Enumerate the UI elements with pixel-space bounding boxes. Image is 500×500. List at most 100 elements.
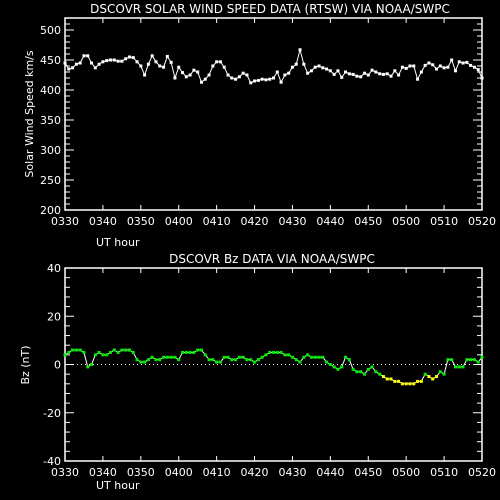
data-point xyxy=(461,365,465,369)
data-point xyxy=(158,64,162,68)
data-point xyxy=(150,54,154,58)
y-tick-label: 40 xyxy=(47,262,61,275)
data-point xyxy=(438,64,442,68)
data-point xyxy=(370,68,374,72)
data-point xyxy=(143,360,147,364)
data-point xyxy=(309,355,313,359)
data-point xyxy=(438,370,442,374)
x-tick-label: 0440 xyxy=(316,466,344,479)
data-point xyxy=(165,355,169,359)
data-point xyxy=(196,70,200,74)
data-point xyxy=(222,65,226,69)
data-point xyxy=(184,75,188,79)
data-point xyxy=(351,367,355,371)
data-point xyxy=(82,54,86,58)
data-point xyxy=(124,348,128,352)
data-point xyxy=(139,360,143,364)
y-tick-label: 0 xyxy=(54,359,61,372)
y-tick-label: 250 xyxy=(40,174,61,187)
data-point xyxy=(283,73,287,77)
data-point xyxy=(381,72,385,76)
data-point xyxy=(362,372,366,376)
data-point xyxy=(249,358,253,362)
x-tick-label: 0350 xyxy=(127,215,155,228)
data-point xyxy=(74,62,78,66)
bz-chart-title: DSCOVR Bz DATA VIA NOAA/SWPC xyxy=(169,252,375,266)
data-point xyxy=(450,358,454,362)
data-point xyxy=(366,73,370,77)
data-point xyxy=(226,73,230,77)
data-point xyxy=(431,63,435,67)
data-point xyxy=(120,348,124,352)
data-point xyxy=(127,348,131,352)
data-point xyxy=(71,348,75,352)
data-point xyxy=(408,382,412,386)
data-point xyxy=(116,59,120,63)
y-tick-label: 500 xyxy=(40,24,61,37)
data-point xyxy=(427,375,431,379)
data-point xyxy=(256,358,260,362)
x-tick-label: 0400 xyxy=(165,466,193,479)
data-point xyxy=(321,355,325,359)
y-tick-label: -20 xyxy=(43,407,61,420)
data-point xyxy=(359,370,363,374)
data-point xyxy=(131,56,135,60)
data-point xyxy=(419,379,423,383)
data-point xyxy=(234,358,238,362)
data-point xyxy=(283,353,287,357)
data-point xyxy=(90,363,94,366)
data-point xyxy=(127,55,131,59)
data-point xyxy=(366,367,370,371)
data-point xyxy=(370,365,374,369)
data-point xyxy=(260,355,264,359)
data-point xyxy=(412,64,416,68)
data-point xyxy=(287,71,291,75)
data-point xyxy=(389,377,393,381)
data-point xyxy=(472,358,476,362)
data-point xyxy=(275,70,279,74)
data-point xyxy=(199,348,203,352)
data-point xyxy=(431,377,435,381)
x-tick-label: 0410 xyxy=(203,466,231,479)
data-point xyxy=(328,69,332,73)
data-point xyxy=(196,348,200,352)
data-point xyxy=(332,365,336,369)
data-point xyxy=(218,360,222,364)
data-point xyxy=(393,379,397,383)
data-point xyxy=(203,353,207,357)
data-point xyxy=(397,73,401,77)
x-tick-label: 0440 xyxy=(316,215,344,228)
data-point xyxy=(146,62,150,66)
data-point xyxy=(275,350,279,354)
x-tick-label: 0340 xyxy=(89,215,117,228)
data-point xyxy=(78,348,82,352)
data-point xyxy=(359,75,363,79)
y-tick-label: 350 xyxy=(40,114,61,127)
data-point xyxy=(143,73,147,77)
data-point xyxy=(435,67,439,71)
data-point xyxy=(146,358,150,362)
data-point xyxy=(412,382,416,386)
data-point xyxy=(207,358,211,362)
y-tick-label: 200 xyxy=(40,204,61,217)
data-point xyxy=(469,358,473,362)
data-point xyxy=(105,59,109,63)
data-point xyxy=(177,65,181,69)
data-point xyxy=(169,355,173,359)
x-tick-label: 0410 xyxy=(203,215,231,228)
data-point xyxy=(294,358,298,362)
data-point xyxy=(215,360,219,364)
data-point xyxy=(476,360,480,364)
speed-chart: DSCOVR SOLAR WIND SPEED DATA (RTSW) VIA … xyxy=(23,2,496,249)
series-line xyxy=(64,349,483,385)
data-point xyxy=(393,69,397,73)
data-point xyxy=(378,372,382,376)
y-tick-label: 20 xyxy=(47,310,61,323)
data-point xyxy=(253,360,257,364)
data-point xyxy=(472,65,476,69)
data-point xyxy=(234,77,238,81)
data-point xyxy=(253,79,257,83)
x-tick-label: 0340 xyxy=(89,466,117,479)
data-point xyxy=(108,350,112,354)
data-point xyxy=(290,65,294,69)
